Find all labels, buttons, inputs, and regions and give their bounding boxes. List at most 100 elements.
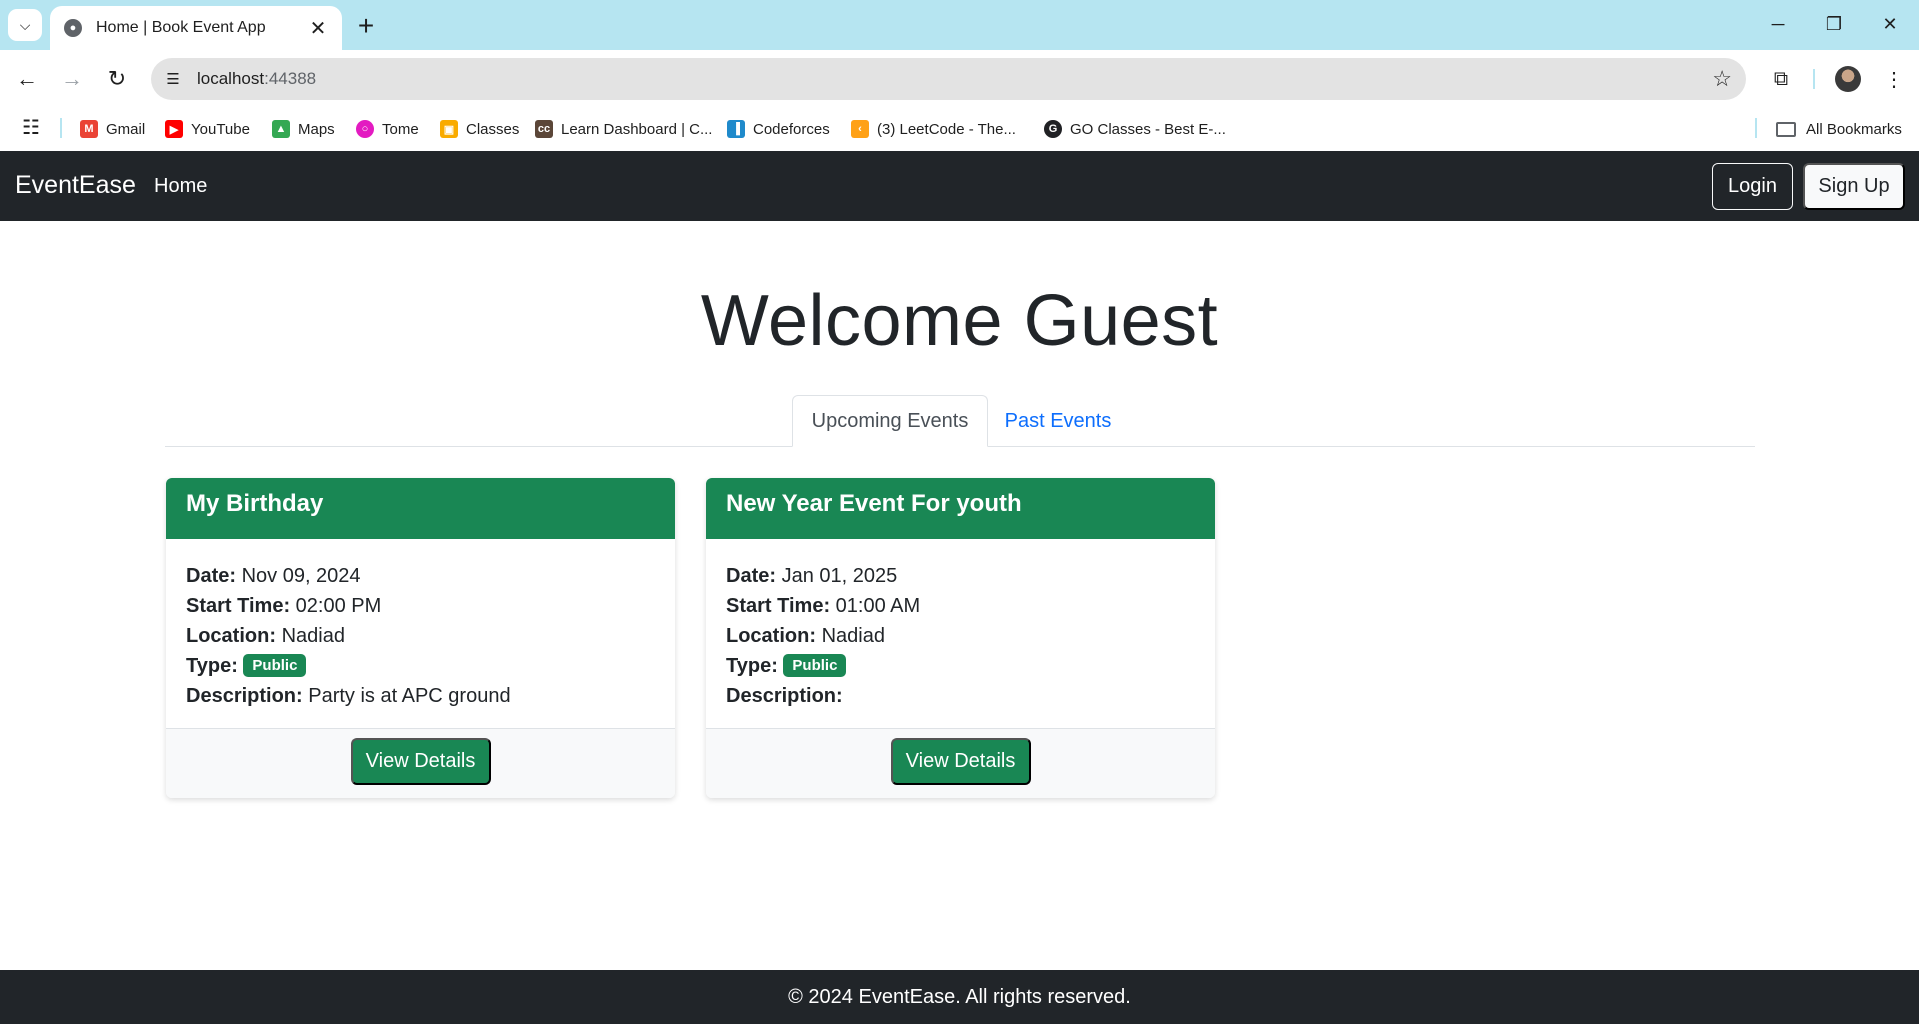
signup-button[interactable]: Sign Up: [1803, 163, 1905, 210]
type-label: Type:: [726, 655, 778, 677]
gmail-icon: M: [80, 120, 98, 138]
url-host: localhost: [197, 69, 265, 88]
url-text[interactable]: localhost:44388: [197, 69, 316, 89]
bookmark-classes[interactable]: ▣ Classes: [440, 116, 519, 142]
bookmark-leetcode[interactable]: ‹ (3) LeetCode - The...: [851, 116, 1016, 142]
event-time-row: Start Time: 02:00 PM: [186, 591, 655, 621]
all-bookmarks-label: All Bookmarks: [1806, 120, 1902, 138]
address-bar[interactable]: ☰ localhost:44388 ☆: [151, 58, 1746, 100]
site-navbar: EventEase Home Login Sign Up: [0, 151, 1919, 221]
event-date-row: Date: Nov 09, 2024: [186, 561, 655, 591]
status-badge: Public: [783, 654, 847, 677]
maps-icon: ▲: [272, 120, 290, 138]
bookmark-label: Classes: [466, 120, 520, 138]
bookmarks-bar: ☷ M Gmail ▶ YouTube ▲ Maps ○ Tome ▣ Clas…: [0, 108, 1919, 150]
event-location: Nadiad: [821, 625, 885, 647]
event-location: Nadiad: [281, 625, 345, 647]
bookmark-label: YouTube: [191, 120, 250, 138]
event-card: My Birthday Date: Nov 09, 2024 Start Tim…: [166, 478, 675, 798]
bookmark-label: Maps: [298, 120, 335, 138]
bookmark-learn-dashboard[interactable]: cc Learn Dashboard | C...: [535, 116, 712, 142]
url-port: :44388: [264, 69, 317, 88]
plus-icon[interactable]: +: [350, 10, 382, 42]
kebab-menu-icon[interactable]: ⋮: [1878, 63, 1910, 95]
event-start-time: 02:00 PM: [295, 595, 382, 617]
view-details-button[interactable]: View Details: [350, 738, 491, 785]
card-footer: View Details: [706, 728, 1215, 798]
classroom-icon: ▣: [440, 120, 458, 138]
event-description: Party is at APC ground: [308, 685, 511, 707]
tab-title: Home | Book Event App: [96, 19, 266, 36]
leetcode-icon: ‹: [851, 120, 869, 138]
event-title: My Birthday: [166, 478, 675, 539]
bookmark-label: Learn Dashboard | C...: [561, 120, 713, 138]
bookmark-label: Gmail: [106, 120, 146, 138]
page-title: Welcome Guest: [700, 281, 1219, 361]
event-card: New Year Event For youth Date: Jan 01, 2…: [706, 478, 1215, 798]
tab-upcoming-events[interactable]: Upcoming Events: [792, 395, 988, 447]
google-icon: G: [1044, 120, 1062, 138]
event-start-time: 01:00 AM: [835, 595, 921, 617]
codechef-icon: cc: [535, 120, 553, 138]
login-button[interactable]: Login: [1712, 163, 1793, 210]
chevron-down-icon[interactable]: ⌵: [8, 9, 42, 41]
back-arrow-icon[interactable]: ←: [10, 62, 44, 96]
event-details: Date: Nov 09, 2024 Start Time: 02:00 PM …: [166, 539, 675, 729]
event-time-row: Start Time: 01:00 AM: [726, 591, 1195, 621]
event-date-row: Date: Jan 01, 2025: [726, 561, 1195, 591]
tab-past-events[interactable]: Past Events: [990, 395, 1126, 447]
globe-icon: ●: [64, 19, 82, 37]
restore-icon[interactable]: ❐: [1806, 6, 1862, 42]
bookmark-label: GO Classes - Best E-...: [1070, 120, 1226, 138]
event-description-row: Description: Party is at APC ground: [186, 681, 655, 711]
browser-toolbar: ← → ↻ ☰ localhost:44388 ☆ ⧉ ⋮: [0, 50, 1919, 108]
bookmarks-divider: [60, 118, 62, 138]
star-icon[interactable]: ☆: [1712, 66, 1732, 92]
event-date: Jan 01, 2025: [781, 565, 898, 587]
event-type-row: Type: Public: [186, 651, 655, 681]
type-label: Type:: [186, 655, 238, 677]
event-location-row: Location: Nadiad: [186, 621, 655, 651]
bookmark-maps[interactable]: ▲ Maps: [272, 116, 335, 142]
site-footer: © 2024 EventEase. All rights reserved.: [0, 970, 1919, 1024]
date-label: Date:: [726, 565, 777, 587]
status-badge: Public: [243, 654, 307, 677]
forward-arrow-icon[interactable]: →: [55, 62, 89, 96]
window-close-icon[interactable]: ✕: [1862, 6, 1918, 42]
bookmark-go-classes[interactable]: G GO Classes - Best E-...: [1044, 116, 1226, 142]
close-icon[interactable]: ✕: [308, 16, 328, 41]
browser-tabstrip: ⌵ ● Home | Book Event App ✕ + ─ ❐ ✕: [0, 0, 1919, 50]
nav-home-link[interactable]: Home: [154, 175, 207, 198]
codeforces-icon: ▐: [727, 120, 745, 138]
apps-grid-icon[interactable]: ☷: [22, 118, 42, 138]
tune-icon[interactable]: ☰: [155, 61, 191, 97]
bookmark-gmail[interactable]: M Gmail: [80, 116, 145, 142]
bookmarks-divider-right: [1755, 118, 1757, 138]
folder-icon: [1776, 121, 1796, 137]
event-title: New Year Event For youth: [706, 478, 1215, 539]
footer-copyright: © 2024 EventEase. All rights reserved.: [788, 985, 1131, 1008]
card-footer: View Details: [166, 728, 675, 798]
reload-icon[interactable]: ↻: [100, 62, 134, 96]
bookmark-tome[interactable]: ○ Tome: [356, 116, 419, 142]
browser-tab-active[interactable]: ● Home | Book Event App ✕: [50, 6, 342, 50]
location-label: Location:: [186, 625, 276, 647]
bookmark-label: (3) LeetCode - The...: [877, 120, 1016, 138]
event-location-row: Location: Nadiad: [726, 621, 1195, 651]
all-bookmarks-button[interactable]: All Bookmarks: [1776, 116, 1902, 142]
bookmark-label: Tome: [382, 120, 419, 138]
puzzle-icon[interactable]: ⧉: [1765, 63, 1797, 95]
avatar[interactable]: [1835, 66, 1861, 92]
brand-link[interactable]: EventEase: [15, 171, 136, 200]
event-details: Date: Jan 01, 2025 Start Time: 01:00 AM …: [706, 539, 1215, 729]
minimize-icon[interactable]: ─: [1750, 6, 1806, 42]
event-type-row: Type: Public: [726, 651, 1195, 681]
bookmark-codeforces[interactable]: ▐ Codeforces: [727, 116, 830, 142]
start-time-label: Start Time:: [186, 595, 291, 617]
bookmark-label: Codeforces: [753, 120, 830, 138]
location-label: Location:: [726, 625, 816, 647]
description-label: Description:: [186, 685, 303, 707]
view-details-button[interactable]: View Details: [890, 738, 1031, 785]
bookmark-youtube[interactable]: ▶ YouTube: [165, 116, 250, 142]
start-time-label: Start Time:: [726, 595, 831, 617]
